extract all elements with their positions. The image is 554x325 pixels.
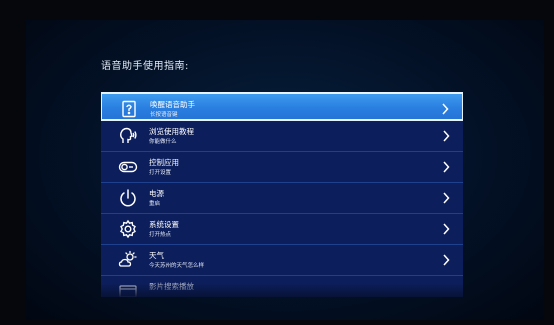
menu-item-subtitle: 你能做什么: [149, 139, 177, 145]
menu-item-weather[interactable]: 天气 今天苏州的天气怎么样: [101, 245, 463, 276]
menu-item-title: 浏览使用教程: [149, 127, 194, 136]
menu-item-title: 控制应用: [149, 158, 179, 167]
menu-item-title: 天气: [149, 251, 164, 260]
menu-item-subtitle: 长按语音键: [150, 112, 178, 118]
chevron-right-icon: [442, 130, 450, 142]
chevron-right-icon: [442, 161, 450, 173]
weather-icon: [118, 250, 138, 270]
chevron-right-icon: [442, 192, 450, 204]
menu-item-subtitle: 打开设置: [149, 170, 172, 176]
toggle-switch-icon: [118, 157, 138, 177]
page-title: 语音助手使用指南:: [101, 61, 189, 72]
chevron-right-icon: [441, 103, 449, 115]
menu-item-movie-search[interactable]: 影片搜索播放: [101, 276, 463, 297]
menu-item-wake-assistant[interactable]: 唤醒语音助手 长按语音键: [101, 92, 463, 121]
power-icon: [118, 188, 138, 208]
gear-icon: [118, 219, 138, 239]
tv-screen: 语音助手使用指南: 唤醒语音助手 长按语音键 浏览使用教程 你能做什么 控制应用…: [26, 20, 544, 320]
menu-item-control-apps[interactable]: 控制应用 打开设置: [101, 152, 463, 183]
menu-item-title: 系统设置: [149, 220, 179, 229]
menu-item-subtitle: 今天苏州的天气怎么样: [149, 263, 205, 269]
menu-item-browse-tutorial[interactable]: 浏览使用教程 你能做什么: [101, 121, 463, 152]
film-icon: [118, 281, 138, 297]
menu-item-system-settings[interactable]: 系统设置 打开热点: [101, 214, 463, 245]
chevron-right-icon: [442, 254, 450, 266]
menu-item-title: 唤醒语音助手: [150, 100, 195, 109]
speaking-head-icon: [118, 126, 138, 146]
chevron-right-icon: [442, 223, 450, 235]
menu-item-title: 电源: [149, 189, 164, 198]
menu-item-subtitle: 打开热点: [149, 232, 172, 238]
menu-item-power[interactable]: 电源 重启: [101, 183, 463, 214]
menu-item-title: 影片搜索播放: [149, 282, 194, 291]
guide-menu: 唤醒语音助手 长按语音键 浏览使用教程 你能做什么 控制应用 打开设置 电源 重…: [101, 92, 463, 297]
menu-item-subtitle: 重启: [149, 201, 161, 207]
book-icon: [119, 99, 139, 119]
